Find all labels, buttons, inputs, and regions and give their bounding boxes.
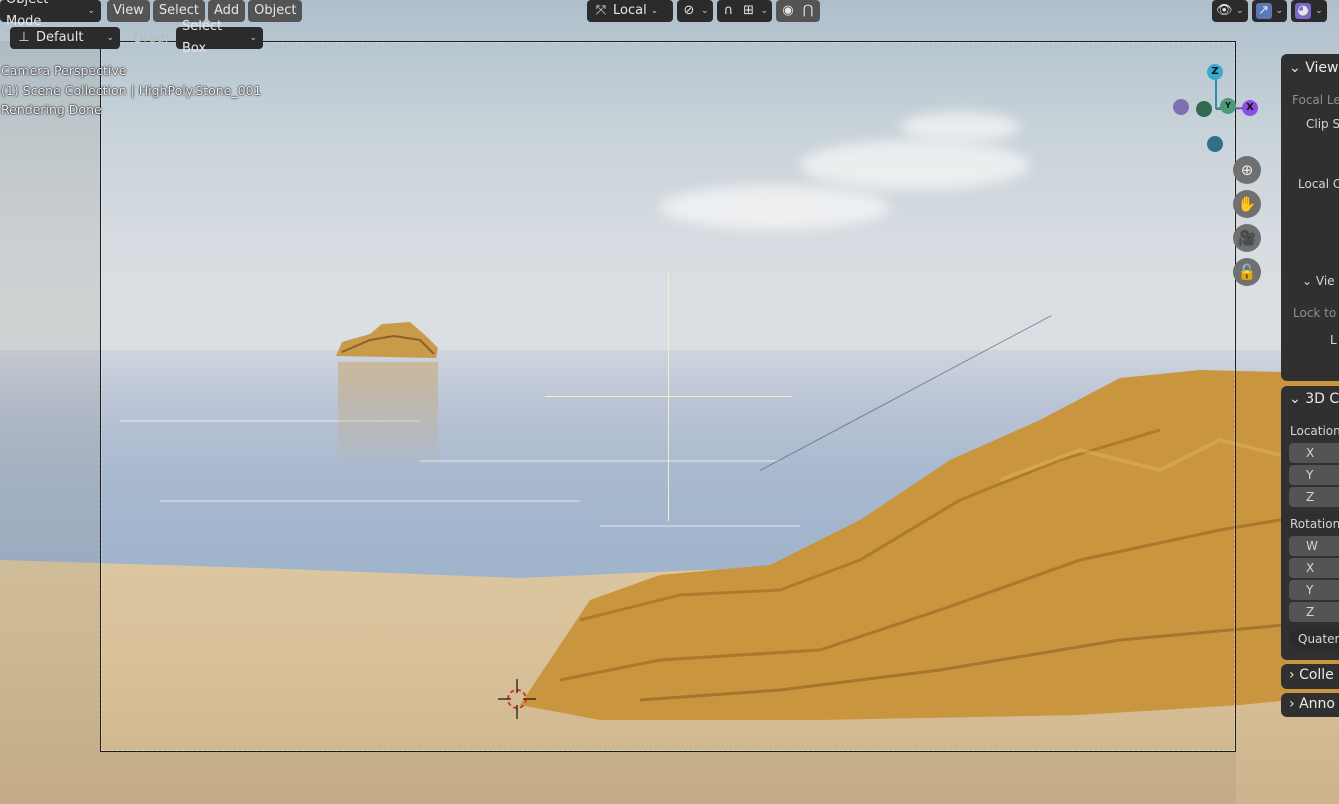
location-label: Location [1290, 424, 1339, 438]
snapping-group[interactable]: ∩ ⊞ ⌄ [716, 0, 773, 22]
gizmo-icon: ↗ [1255, 3, 1272, 19]
lock-to-object-label: Lock to [1293, 306, 1337, 320]
local-camera-label: Local C [1298, 177, 1339, 191]
collections-panel[interactable]: › Colle [1281, 664, 1339, 689]
clip-start-label: Clip S [1306, 117, 1339, 131]
annotations-panel-header: Anno [1299, 696, 1335, 712]
chevron-down-icon: ⌄ [249, 33, 257, 43]
location-x-label: X [1306, 446, 1315, 460]
chevron-down-icon: ⌄ [1289, 60, 1301, 76]
chevron-down-icon: ⌄ [1315, 6, 1323, 16]
menu-object[interactable]: Object [248, 0, 303, 22]
view-name-text: Camera Perspective [1, 63, 127, 78]
location-y-label: Y [1306, 468, 1314, 482]
rotation-y-label: Y [1306, 583, 1314, 597]
gizmo-z-axis[interactable]: Z [1207, 64, 1223, 80]
overlays-icon: ◕ [1295, 3, 1312, 19]
visibility-dropdown[interactable]: 👁 ⌄ [1212, 0, 1248, 22]
chevron-down-icon: ⌄ [106, 33, 114, 43]
rotation-z-label: Z [1306, 605, 1315, 619]
gizmo-neg-y-axis[interactable] [1196, 101, 1212, 117]
gizmo-x-axis[interactable]: X [1242, 100, 1258, 116]
3d-cursor-panel-header[interactable]: ⌄ 3D C [1289, 391, 1339, 407]
chevron-down-icon: ⌄ [1302, 274, 1313, 288]
navigation-gizmo[interactable]: Z Y X [1170, 60, 1265, 155]
orientation-icon: ⤧ [595, 3, 607, 18]
transform-orientation-label: Local [613, 3, 647, 18]
drag-select-value: Select Box [182, 19, 223, 56]
zoom-icon[interactable]: ⊕ [1233, 156, 1261, 184]
lock-camera-icon[interactable]: 🔓 [1233, 258, 1261, 286]
camera-view-icon[interactable]: 🎥 [1233, 224, 1261, 252]
chevron-down-icon: ⌄ [1236, 6, 1244, 16]
3d-cursor-icon[interactable] [498, 679, 536, 719]
3d-viewport[interactable] [0, 0, 1339, 804]
scene-collection-text: (1) Scene Collection | HighPoly.Stone_00… [1, 83, 262, 98]
focal-length-label: Focal Le [1292, 93, 1339, 107]
lock-label: L [1330, 333, 1337, 347]
passepartout-bottom [100, 752, 1236, 804]
chevron-right-icon: › [1289, 696, 1295, 712]
chevron-down-icon: ⌄ [1275, 6, 1284, 16]
location-y-field[interactable] [1289, 465, 1339, 485]
chevron-down-icon: ⌄ [701, 6, 709, 16]
orientation-label: Default [36, 30, 84, 45]
gizmo-toggle[interactable]: ↗ ⌄ [1251, 0, 1288, 22]
transform-orientation-dropdown[interactable]: ⤧ Local ⌄ [587, 0, 673, 22]
view-panel-header[interactable]: ⌄ View [1289, 60, 1338, 76]
chevron-down-icon: ⌄ [650, 6, 659, 16]
drag-label: Drag: [134, 30, 169, 45]
rotation-mode-label: Quater [1298, 632, 1339, 646]
passepartout-left [0, 41, 100, 804]
orientation-dropdown[interactable]: ⊥ Default ⌄ [10, 27, 120, 49]
view-lock-subpanel[interactable]: ⌄ Vie [1302, 274, 1335, 288]
chevron-down-icon: ⌄ [87, 6, 95, 16]
falloff-curve-icon[interactable]: ⋂ [800, 3, 816, 19]
gizmo-y-axis[interactable]: Y [1220, 98, 1236, 114]
drag-select-dropdown[interactable]: Select Box ⌄ [176, 19, 263, 56]
mode-selector[interactable]: Object Mode ⌄ [0, 0, 101, 29]
rotation-label: Rotation [1290, 517, 1339, 531]
menu-view[interactable]: View [107, 0, 150, 22]
proportional-editing-group[interactable]: ◉ ⋂ [776, 0, 821, 22]
pan-hand-icon[interactable]: ✋ [1233, 190, 1261, 218]
proportional-edit-icon[interactable]: ◉ [780, 3, 796, 19]
chevron-right-icon: › [1289, 667, 1295, 683]
camera-crosshair-vertical [668, 273, 669, 521]
rotation-w-label: W [1306, 539, 1318, 553]
eye-icon: 👁 [1216, 3, 1233, 18]
collections-panel-header: Colle [1299, 667, 1334, 683]
chevron-down-icon: ⌄ [760, 6, 769, 16]
pivot-point-dropdown[interactable]: ⊘ ⌄ [677, 0, 713, 22]
annotations-panel[interactable]: › Anno [1281, 693, 1339, 717]
snap-magnet-icon[interactable]: ∩ [721, 3, 737, 19]
rotation-x-label: X [1306, 561, 1315, 575]
rotation-y-field[interactable] [1289, 580, 1339, 600]
overlays-toggle[interactable]: ◕ ⌄ [1291, 0, 1327, 22]
chevron-down-icon: ⌄ [1289, 391, 1301, 407]
axes-icon: ⊥ [18, 30, 30, 45]
gizmo-neg-x-axis[interactable] [1173, 99, 1189, 115]
header-right-tools: 👁 ⌄ ↗ ⌄ ◕ ⌄ [1212, 0, 1327, 22]
render-status-text: Rendering Done [1, 102, 102, 117]
header-center-tools: ⤧ Local ⌄ ⊘ ⌄ ∩ ⊞ ⌄ ◉ ⋂ [587, 0, 821, 22]
gizmo-neg-z-axis[interactable] [1207, 136, 1223, 152]
location-z-label: Z [1306, 490, 1315, 504]
pivot-icon: ⊘ [683, 3, 695, 18]
snap-increment-icon[interactable]: ⊞ [741, 3, 757, 19]
